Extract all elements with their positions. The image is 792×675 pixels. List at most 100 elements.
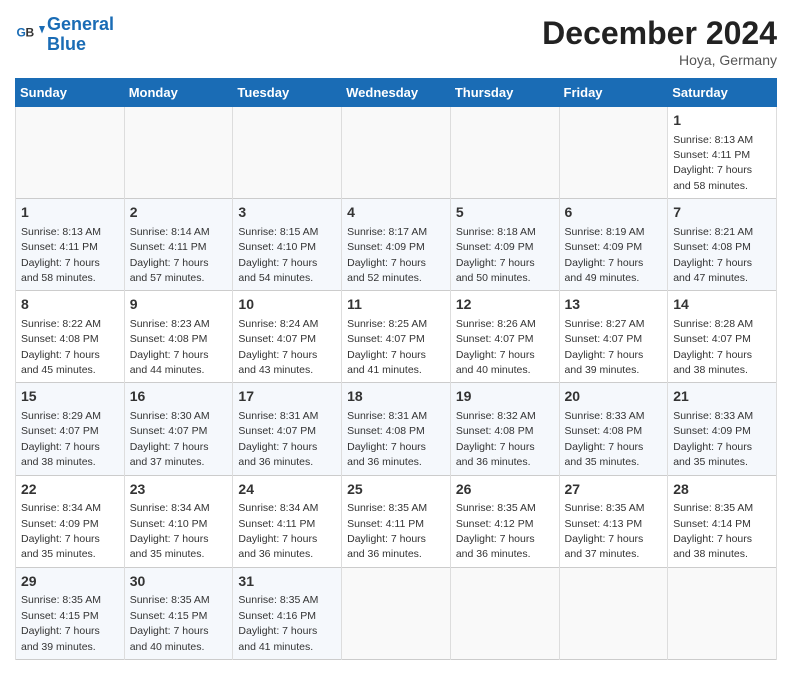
day-header-wednesday: Wednesday — [342, 79, 451, 107]
calendar-body: 1 Sunrise: 8:13 AMSunset: 4:11 PMDaylight… — [16, 107, 777, 660]
page-header: G B General Blue December 2024 Hoya, Ger… — [15, 15, 777, 68]
day-number: 19 — [456, 387, 554, 407]
calendar-cell: 1Sunrise: 8:13 AMSunset: 4:11 PMDaylight… — [16, 199, 125, 291]
cell-info: Sunrise: 8:29 AMSunset: 4:07 PMDaylight:… — [21, 410, 101, 468]
cell-info: Sunrise: 8:35 AMSunset: 4:11 PMDaylight:… — [347, 502, 427, 560]
calendar-cell: 9Sunrise: 8:23 AMSunset: 4:08 PMDaylight… — [124, 291, 233, 383]
svg-text:B: B — [26, 25, 35, 39]
day-number: 21 — [673, 387, 771, 407]
day-number: 31 — [238, 572, 336, 592]
calendar-cell: 23Sunrise: 8:34 AMSunset: 4:10 PMDayligh… — [124, 475, 233, 567]
calendar-cell: 12 Sunrise: 8:26 AMSunset: 4:07 PMDayligh… — [450, 291, 559, 383]
day-header-sunday: Sunday — [16, 79, 125, 107]
cell-info: Sunrise: 8:17 AMSunset: 4:09 PMDaylight:… — [347, 226, 427, 284]
cell-info: Sunrise: 8:33 AMSunset: 4:09 PMDaylight:… — [673, 410, 753, 468]
day-number: 5 — [456, 203, 554, 223]
day-number: 28 — [673, 480, 771, 500]
calendar-cell — [16, 107, 125, 199]
day-number: 11 — [347, 295, 445, 315]
day-number: 30 — [130, 572, 228, 592]
cell-info: Sunrise: 8:14 AMSunset: 4:11 PMDaylight:… — [130, 226, 210, 284]
logo: G B General Blue — [15, 15, 114, 55]
day-number: 25 — [347, 480, 445, 500]
cell-info: Sunrise: 8:31 AMSunset: 4:08 PMDaylight:… — [347, 410, 427, 468]
day-number: 27 — [565, 480, 663, 500]
calendar-cell: 31Sunrise: 8:35 AMSunset: 4:16 PMDayligh… — [233, 567, 342, 659]
cell-info: Sunrise: 8:31 AMSunset: 4:07 PMDaylight:… — [238, 410, 318, 468]
day-number: 13 — [565, 295, 663, 315]
cell-info: Sunrise: 8:35 AMSunset: 4:14 PMDaylight:… — [673, 502, 753, 560]
day-header-tuesday: Tuesday — [233, 79, 342, 107]
calendar-cell: 29Sunrise: 8:35 AMSunset: 4:15 PMDayligh… — [16, 567, 125, 659]
calendar-cell: 21 Sunrise: 8:33 AMSunset: 4:09 PMDayligh… — [668, 383, 777, 475]
cell-info: Sunrise: 8:28 AMSunset: 4:07 PMDaylight:… — [673, 318, 753, 376]
calendar-header-row: SundayMondayTuesdayWednesdayThursdayFrid… — [16, 79, 777, 107]
day-number: 26 — [456, 480, 554, 500]
calendar-cell: 7Sunrise: 8:21 AMSunset: 4:08 PMDaylight… — [668, 199, 777, 291]
calendar-cell: 11 Sunrise: 8:25 AMSunset: 4:07 PMDayligh… — [342, 291, 451, 383]
calendar-cell — [342, 107, 451, 199]
title-block: December 2024 Hoya, Germany — [542, 15, 777, 68]
cell-info: Sunrise: 8:35 AMSunset: 4:15 PMDaylight:… — [130, 594, 210, 652]
cell-info: Sunrise: 8:34 AMSunset: 4:09 PMDaylight:… — [21, 502, 101, 560]
calendar-cell — [450, 567, 559, 659]
cell-info: Sunrise: 8:21 AMSunset: 4:08 PMDaylight:… — [673, 226, 753, 284]
cell-info: Sunrise: 8:23 AMSunset: 4:08 PMDaylight:… — [130, 318, 210, 376]
calendar-week-row: 29Sunrise: 8:35 AMSunset: 4:15 PMDayligh… — [16, 567, 777, 659]
day-number: 1 — [673, 111, 771, 131]
calendar-cell: 25Sunrise: 8:35 AMSunset: 4:11 PMDayligh… — [342, 475, 451, 567]
calendar-cell: 10 Sunrise: 8:24 AMSunset: 4:07 PMDayligh… — [233, 291, 342, 383]
day-number: 3 — [238, 203, 336, 223]
day-number: 18 — [347, 387, 445, 407]
calendar-cell — [233, 107, 342, 199]
day-number: 29 — [21, 572, 119, 592]
calendar-cell: 30Sunrise: 8:35 AMSunset: 4:15 PMDayligh… — [124, 567, 233, 659]
cell-info: Sunrise: 8:25 AMSunset: 4:07 PMDaylight:… — [347, 318, 427, 376]
day-number: 6 — [565, 203, 663, 223]
day-header-thursday: Thursday — [450, 79, 559, 107]
day-number: 2 — [130, 203, 228, 223]
calendar-cell — [668, 567, 777, 659]
cell-info: Sunrise: 8:15 AMSunset: 4:10 PMDaylight:… — [238, 226, 318, 284]
cell-info: Sunrise: 8:18 AMSunset: 4:09 PMDaylight:… — [456, 226, 536, 284]
day-number: 22 — [21, 480, 119, 500]
day-number: 4 — [347, 203, 445, 223]
cell-info: Sunrise: 8:24 AMSunset: 4:07 PMDaylight:… — [238, 318, 318, 376]
calendar-cell: 20Sunrise: 8:33 AMSunset: 4:08 PMDayligh… — [559, 383, 668, 475]
cell-info: Sunrise: 8:13 AMSunset: 4:11 PMDaylight:… — [673, 134, 753, 192]
day-number: 1 — [21, 203, 119, 223]
calendar-cell: 26Sunrise: 8:35 AMSunset: 4:12 PMDayligh… — [450, 475, 559, 567]
calendar-cell: 27Sunrise: 8:35 AMSunset: 4:13 PMDayligh… — [559, 475, 668, 567]
cell-info: Sunrise: 8:34 AMSunset: 4:10 PMDaylight:… — [130, 502, 210, 560]
cell-info: Sunrise: 8:35 AMSunset: 4:13 PMDaylight:… — [565, 502, 645, 560]
svg-text:G: G — [17, 25, 26, 39]
calendar-cell: 3 Sunrise: 8:15 AMSunset: 4:10 PMDaylight… — [233, 199, 342, 291]
calendar-cell: 17 Sunrise: 8:31 AMSunset: 4:07 PMDayligh… — [233, 383, 342, 475]
day-number: 17 — [238, 387, 336, 407]
cell-info: Sunrise: 8:34 AMSunset: 4:11 PMDaylight:… — [238, 502, 318, 560]
logo-icon: G B — [15, 20, 45, 50]
calendar-cell: 6 Sunrise: 8:19 AMSunset: 4:09 PMDaylight… — [559, 199, 668, 291]
day-number: 16 — [130, 387, 228, 407]
cell-info: Sunrise: 8:35 AMSunset: 4:12 PMDaylight:… — [456, 502, 536, 560]
calendar-cell: 18 Sunrise: 8:31 AMSunset: 4:08 PMDayligh… — [342, 383, 451, 475]
day-number: 24 — [238, 480, 336, 500]
cell-info: Sunrise: 8:35 AMSunset: 4:15 PMDaylight:… — [21, 594, 101, 652]
calendar-cell — [124, 107, 233, 199]
calendar-cell: 14Sunrise: 8:28 AMSunset: 4:07 PMDayligh… — [668, 291, 777, 383]
calendar-cell — [342, 567, 451, 659]
calendar-cell: 8Sunrise: 8:22 AMSunset: 4:08 PMDaylight… — [16, 291, 125, 383]
day-number: 10 — [238, 295, 336, 315]
calendar-cell: 28Sunrise: 8:35 AMSunset: 4:14 PMDayligh… — [668, 475, 777, 567]
day-number: 23 — [130, 480, 228, 500]
calendar-cell: 1 Sunrise: 8:13 AMSunset: 4:11 PMDaylight… — [668, 107, 777, 199]
cell-info: Sunrise: 8:19 AMSunset: 4:09 PMDaylight:… — [565, 226, 645, 284]
cell-info: Sunrise: 8:27 AMSunset: 4:07 PMDaylight:… — [565, 318, 645, 376]
location: Hoya, Germany — [542, 52, 777, 68]
calendar-cell: 4 Sunrise: 8:17 AMSunset: 4:09 PMDaylight… — [342, 199, 451, 291]
day-header-friday: Friday — [559, 79, 668, 107]
day-number: 12 — [456, 295, 554, 315]
calendar-cell: 13 Sunrise: 8:27 AMSunset: 4:07 PMDayligh… — [559, 291, 668, 383]
calendar-week-row: 1Sunrise: 8:13 AMSunset: 4:11 PMDaylight… — [16, 199, 777, 291]
cell-info: Sunrise: 8:26 AMSunset: 4:07 PMDaylight:… — [456, 318, 536, 376]
